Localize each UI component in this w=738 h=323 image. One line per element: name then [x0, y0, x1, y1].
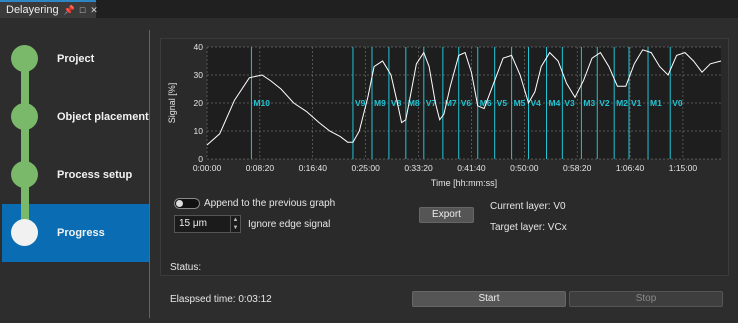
close-icon[interactable]: ✕ — [90, 5, 98, 16]
marker-label: M9 — [374, 98, 386, 108]
step-label: Progress — [57, 227, 105, 239]
marker-label: M4 — [548, 98, 560, 108]
x-tick-label: 1:15:00 — [669, 163, 698, 173]
target-layer: Target layer: VCx — [490, 222, 567, 233]
x-tick-label: 0:25:00 — [351, 163, 380, 173]
marker-label: M3 — [583, 98, 595, 108]
marker-label: V3 — [564, 98, 575, 108]
marker-label: M10 — [253, 98, 270, 108]
export-button[interactable]: Export — [419, 207, 474, 223]
step-dot-icon — [11, 103, 38, 130]
marker-label: M1 — [650, 98, 662, 108]
step-list: Project Object placement Process setup P… — [2, 30, 149, 262]
step-dot-icon — [11, 161, 38, 188]
marker-label: V6 — [461, 98, 472, 108]
step-label: Process setup — [57, 169, 133, 181]
marker-label: V2 — [599, 98, 610, 108]
append-toggle[interactable] — [174, 198, 200, 209]
marker-label: V1 — [631, 98, 642, 108]
x-tick-label: 0:16:40 — [299, 163, 328, 173]
step-label: Project — [57, 53, 95, 65]
stepper-arrows-icon[interactable]: ▲ ▼ — [230, 216, 240, 232]
title-bar: Delayering 📌 □ ✕ — [0, 0, 738, 18]
x-tick-label: 0:08:20 — [246, 163, 275, 173]
x-tick-label: 0:41:40 — [457, 163, 486, 173]
x-tick-label: 0:00:00 — [193, 163, 222, 173]
ignore-edge-label: Ignore edge signal — [248, 219, 331, 230]
current-layer: Current layer: V0 — [490, 201, 566, 212]
y-tick-label: 30 — [194, 70, 204, 80]
step-rail — [21, 58, 29, 234]
step-dot-icon — [11, 45, 38, 72]
start-button[interactable]: Start — [412, 291, 566, 307]
marker-label: M2 — [616, 98, 628, 108]
thickness-stepper[interactable]: 15 μm ▲ ▼ — [174, 215, 241, 233]
y-tick-label: 10 — [194, 126, 204, 136]
y-tick-label: 0 — [198, 154, 203, 164]
append-label: Append to the previous graph — [204, 198, 336, 209]
marker-label: V4 — [531, 98, 542, 108]
divider — [149, 30, 150, 318]
step-dot-active-icon — [11, 219, 38, 246]
x-tick-label: 0:58:20 — [563, 163, 592, 173]
restore-icon[interactable]: □ — [80, 5, 85, 15]
y-tick-label: 20 — [194, 98, 204, 108]
step-label: Object placement — [57, 111, 149, 123]
x-tick-label: 0:33:20 — [404, 163, 433, 173]
y-axis-label: Signal [%] — [167, 83, 177, 124]
tab-delayering[interactable]: Delayering 📌 □ ✕ — [0, 0, 98, 18]
thickness-value: 15 μm — [179, 218, 207, 229]
status-label: Status: — [170, 262, 202, 273]
marker-label: V9 — [355, 98, 366, 108]
marker-label: M5 — [514, 98, 526, 108]
elapsed-time: Elaspsed time: 0:03:12 — [170, 294, 272, 305]
toggle-knob — [176, 200, 183, 207]
x-tick-label: 0:50:00 — [510, 163, 539, 173]
y-tick-label: 40 — [194, 42, 204, 52]
tab-title: Delayering — [6, 4, 59, 16]
stop-button: Stop — [569, 291, 723, 307]
marker-label: V0 — [672, 98, 683, 108]
x-tick-label: 1:06:40 — [616, 163, 645, 173]
x-axis-label: Time [hh:mm:ss] — [431, 178, 497, 188]
marker-label: V5 — [497, 98, 508, 108]
signal-chart: M10 V9 M9 V8 M8 V7 M7 V6 M6 V5 M5 V4 M4 V3 M3 V2 M2 V1 M1 V… — [167, 42, 722, 188]
pin-icon[interactable]: 📌 — [64, 5, 75, 16]
